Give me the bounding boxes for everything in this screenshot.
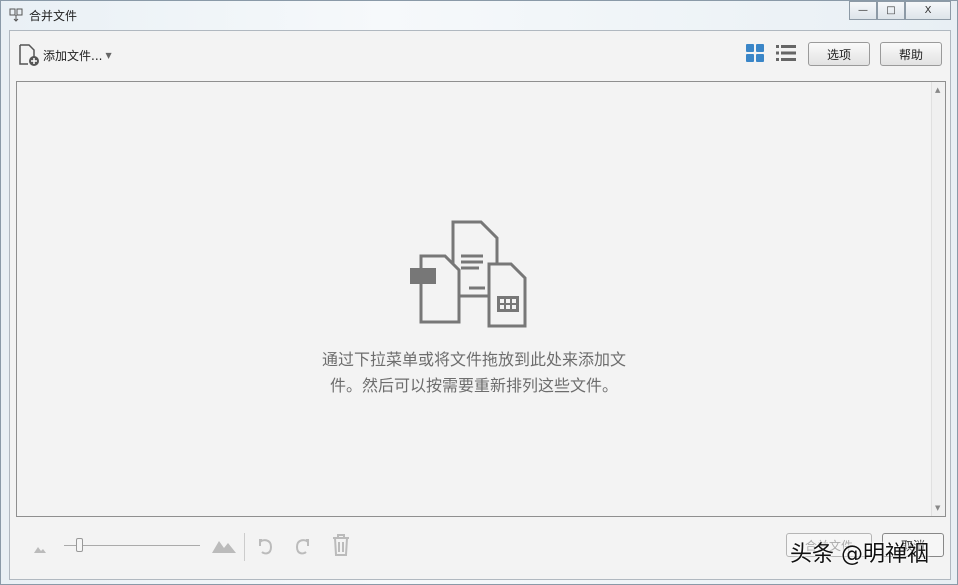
slider-thumb[interactable] <box>76 538 83 552</box>
options-button[interactable]: 选项 <box>808 42 870 66</box>
small-thumbnail-icon <box>34 547 46 553</box>
thumbnail-size-slider[interactable] <box>64 535 200 555</box>
empty-message-line2: 件。然后可以按需要重新排列这些文件。 <box>329 376 618 395</box>
empty-message-line1: 通过下拉菜单或将文件拖放到此处来添加文 <box>321 350 626 369</box>
list-view-icon[interactable] <box>776 44 796 62</box>
client-area: 添加文件... ▼ 选项 帮助 通过下拉菜单或将文件拖放到此处来添加文 件。然后… <box>9 30 951 580</box>
trash-icon[interactable] <box>332 534 350 556</box>
title-bar: 合并文件 <box>1 1 957 29</box>
files-illustration-icon <box>410 220 527 328</box>
add-file-icon <box>19 44 39 66</box>
app-icon <box>9 8 23 22</box>
add-files-label: 添加文件... <box>43 48 103 63</box>
scroll-down-icon[interactable]: ▼ <box>935 504 940 512</box>
maximize-button[interactable]: □ <box>877 1 905 20</box>
large-thumbnail-icon <box>212 541 236 553</box>
minimize-button[interactable]: — <box>849 1 877 20</box>
scroll-up-icon[interactable]: ▲ <box>935 86 940 94</box>
window-title: 合并文件 <box>29 8 78 23</box>
watermark: 头条 @明禅裀 <box>790 542 929 567</box>
vertical-scrollbar[interactable]: ▲ ▼ <box>931 82 945 516</box>
close-button[interactable]: X <box>905 1 951 20</box>
grid-view-icon[interactable] <box>746 44 764 62</box>
add-files-dropdown[interactable]: 添加文件... ▼ <box>18 43 112 67</box>
combine-files-window: 合并文件 — □ X 添加文件... ▼ 选项 帮助 通过下拉菜单或将文件拖放到… <box>0 0 958 585</box>
file-drop-zone[interactable]: 通过下拉菜单或将文件拖放到此处来添加文 件。然后可以按需要重新排列这些文件。 ▲… <box>16 81 946 517</box>
toolbar: 添加文件... ▼ 选项 帮助 <box>10 31 950 81</box>
redo-icon[interactable] <box>292 536 312 556</box>
divider <box>244 533 245 561</box>
chevron-down-icon: ▼ <box>105 50 112 60</box>
undo-icon[interactable] <box>256 536 276 556</box>
help-button[interactable]: 帮助 <box>880 42 942 66</box>
